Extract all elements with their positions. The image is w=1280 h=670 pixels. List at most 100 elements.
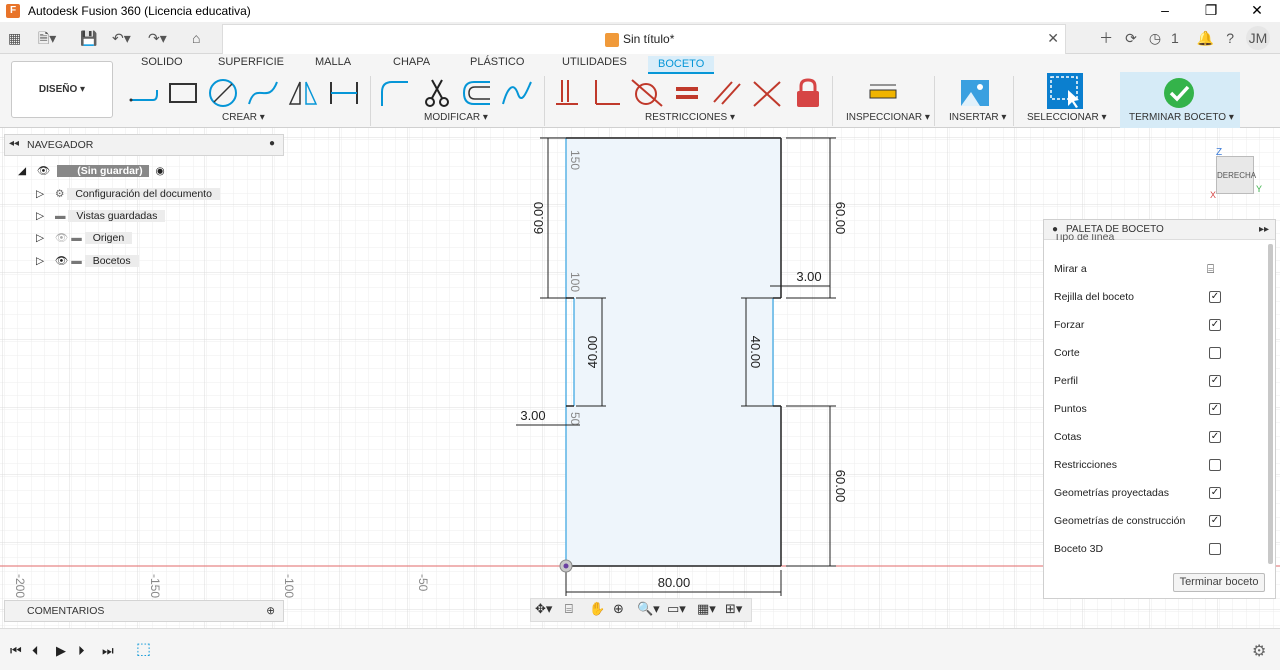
seleccionar-group-label[interactable]: SELECCIONAR ▾ bbox=[1027, 112, 1106, 123]
home-icon[interactable]: ⌂ bbox=[192, 28, 200, 48]
spline-tool-icon[interactable] bbox=[246, 76, 280, 110]
crear-group-label[interactable]: CREAR ▾ bbox=[222, 112, 265, 123]
measure-ruler-icon[interactable] bbox=[866, 76, 900, 110]
dim-depth-right[interactable]: 3.00 bbox=[796, 269, 821, 284]
add-comment-icon[interactable]: ⊕ bbox=[266, 601, 275, 621]
viewcube[interactable]: DERECHA bbox=[1216, 156, 1256, 194]
file-menu-icon[interactable]: 🗎▾ bbox=[38, 28, 56, 48]
perpendicular-constraint-icon[interactable] bbox=[590, 76, 624, 110]
palette-row-profile[interactable]: Perfil ✓ bbox=[1054, 372, 1254, 390]
look-at-icon[interactable]: ⌸ bbox=[565, 601, 573, 617]
dim-top-right[interactable]: 60.00 bbox=[833, 202, 848, 235]
tab-chapa[interactable]: CHAPA bbox=[393, 56, 430, 68]
restore-button[interactable]: ❐ bbox=[1188, 0, 1234, 22]
palette-scrollbar[interactable] bbox=[1268, 244, 1273, 564]
palette-row-dimensions[interactable]: Cotas ✓ bbox=[1054, 428, 1254, 446]
sketch-grid-checkbox[interactable]: ✓ bbox=[1209, 291, 1221, 303]
palette-row-constraints[interactable]: Restricciones bbox=[1054, 456, 1254, 474]
palette-row-look-at[interactable]: Mirar a ⌸ bbox=[1054, 260, 1254, 278]
redo-icon[interactable]: ↷▾ bbox=[148, 28, 167, 48]
restricciones-group-label[interactable]: RESTRICCIONES ▾ bbox=[645, 112, 735, 123]
tangent-constraint-icon[interactable] bbox=[630, 76, 664, 110]
document-close-icon[interactable]: ✕ bbox=[1047, 30, 1059, 47]
palette-expand-icon[interactable]: ▸▸ bbox=[1259, 220, 1269, 240]
insertar-group-label[interactable]: INSERTAR ▾ bbox=[949, 112, 1006, 123]
coincident-constraint-icon[interactable] bbox=[550, 76, 584, 110]
collinear-constraint-icon[interactable] bbox=[750, 76, 784, 110]
timeline-settings-gear-icon[interactable]: ⚙ bbox=[1252, 641, 1266, 661]
workspace-switcher[interactable]: DISEÑO ▾ bbox=[11, 61, 113, 118]
fit-zoom-icon[interactable]: 🔍▾ bbox=[637, 601, 660, 617]
zoom-icon[interactable]: ⊕ bbox=[613, 601, 624, 617]
tree-expand-icon[interactable]: ▷ bbox=[36, 255, 44, 267]
palette-row-snap[interactable]: Forzar ✓ bbox=[1054, 316, 1254, 334]
finish-sketch-check-icon[interactable] bbox=[1162, 76, 1196, 110]
tab-boceto[interactable]: BOCETO bbox=[648, 56, 715, 74]
fix-lock-icon[interactable] bbox=[791, 76, 825, 110]
data-panel-grid-icon[interactable]: ▦ bbox=[8, 28, 21, 48]
root-component-label[interactable]: (Sin guardar) bbox=[57, 165, 149, 177]
tab-superficie[interactable]: SUPERFICIE bbox=[218, 56, 284, 68]
notifications-bell-icon[interactable]: 🔔 bbox=[1197, 30, 1214, 47]
play-icon[interactable]: ▶ bbox=[56, 643, 66, 659]
profile-checkbox[interactable]: ✓ bbox=[1209, 375, 1221, 387]
slice-checkbox[interactable] bbox=[1209, 347, 1221, 359]
palette-row-points[interactable]: Puntos ✓ bbox=[1054, 400, 1254, 418]
rectangle-tool-icon[interactable] bbox=[166, 76, 200, 110]
go-to-start-icon[interactable]: ⏮ bbox=[10, 643, 22, 659]
browser-panel-header[interactable]: ◂◂ NAVEGADOR ● bbox=[4, 134, 284, 156]
snap-checkbox[interactable]: ✓ bbox=[1209, 319, 1221, 331]
display-settings-icon[interactable]: ▭▾ bbox=[667, 601, 686, 617]
points-checkbox[interactable]: ✓ bbox=[1209, 403, 1221, 415]
collapse-arrows-icon[interactable]: ◂◂ bbox=[9, 138, 19, 149]
visibility-eye-icon[interactable]: 👁 bbox=[55, 255, 68, 267]
tree-expand-icon[interactable]: ▷ bbox=[36, 188, 44, 200]
grid-settings-icon[interactable]: ▦▾ bbox=[697, 601, 716, 617]
dim-depth-left[interactable]: 3.00 bbox=[520, 408, 545, 423]
help-icon[interactable]: ? bbox=[1226, 30, 1234, 46]
activate-radio-icon[interactable]: ◉ bbox=[156, 165, 165, 177]
tree-item-document-settings[interactable]: ▷ ⚙ Configuración del documento bbox=[36, 185, 220, 203]
dim-width[interactable]: 80.00 bbox=[658, 575, 691, 590]
palette-row-3d-sketch[interactable]: Boceto 3D bbox=[1054, 540, 1254, 558]
tree-expand-icon[interactable]: ▷ bbox=[36, 210, 44, 222]
document-tab[interactable]: Sin título* ✕ bbox=[222, 24, 1066, 54]
viewports-icon[interactable]: ⊞▾ bbox=[725, 601, 742, 617]
tab-utilidades[interactable]: UTILIDADES bbox=[562, 56, 627, 68]
look-at-icon[interactable]: ⌸ bbox=[1207, 260, 1214, 278]
save-icon[interactable]: 💾 bbox=[80, 28, 97, 48]
new-tab-plus-icon[interactable]: ＋ bbox=[1099, 28, 1113, 48]
dim-notch-right[interactable]: 40.00 bbox=[748, 336, 763, 369]
offset-tool-icon[interactable] bbox=[460, 76, 494, 110]
browser-minimize-icon[interactable]: ● bbox=[269, 138, 275, 149]
tree-item-named-views[interactable]: ▷ ▬ Vistas guardadas bbox=[36, 207, 166, 225]
projected-geometries-checkbox[interactable]: ✓ bbox=[1209, 487, 1221, 499]
browser-root[interactable]: ◢ 👁 (Sin guardar) ◉ bbox=[18, 162, 165, 180]
step-forward-icon[interactable]: ⏵ bbox=[78, 643, 85, 659]
parallel-constraint-icon[interactable] bbox=[710, 76, 744, 110]
line-tool-icon[interactable] bbox=[127, 76, 161, 110]
palette-row-slice[interactable]: Corte bbox=[1054, 344, 1254, 362]
comments-panel[interactable]: COMENTARIOS ⊕ bbox=[4, 600, 284, 622]
insert-image-icon[interactable] bbox=[958, 76, 992, 110]
finish-sketch-button[interactable]: Terminar boceto bbox=[1173, 573, 1265, 592]
extensions-icon[interactable]: ⟳ bbox=[1125, 30, 1137, 47]
tab-malla[interactable]: MALLA bbox=[315, 56, 351, 68]
job-status-icon[interactable]: ◷ 1 bbox=[1149, 30, 1185, 47]
palette-row-sketch-grid[interactable]: Rejilla del boceto ✓ bbox=[1054, 288, 1254, 306]
tree-expand-icon[interactable]: ◢ bbox=[18, 165, 26, 177]
construction-geometries-checkbox[interactable]: ✓ bbox=[1209, 515, 1221, 527]
hidden-eye-icon[interactable]: 👁 bbox=[55, 232, 68, 244]
terminar-boceto-group-label[interactable]: TERMINAR BOCETO ▾ bbox=[1129, 112, 1234, 123]
inspeccionar-group-label[interactable]: INSPECCIONAR ▾ bbox=[846, 112, 930, 123]
tree-expand-icon[interactable]: ▷ bbox=[36, 232, 44, 244]
tree-item-origin[interactable]: ▷ 👁 ▬ Origen bbox=[36, 229, 133, 247]
dimensions-checkbox[interactable]: ✓ bbox=[1209, 431, 1221, 443]
dim-bottom-right[interactable]: 60.00 bbox=[833, 470, 848, 503]
dim-notch-left[interactable]: 40.00 bbox=[585, 336, 600, 369]
minimize-button[interactable]: – bbox=[1142, 0, 1188, 22]
circle-tool-icon[interactable] bbox=[206, 76, 240, 110]
constraints-checkbox[interactable] bbox=[1209, 459, 1221, 471]
equal-constraint-icon[interactable] bbox=[670, 76, 704, 110]
step-back-icon[interactable]: ⏴ bbox=[32, 643, 39, 659]
